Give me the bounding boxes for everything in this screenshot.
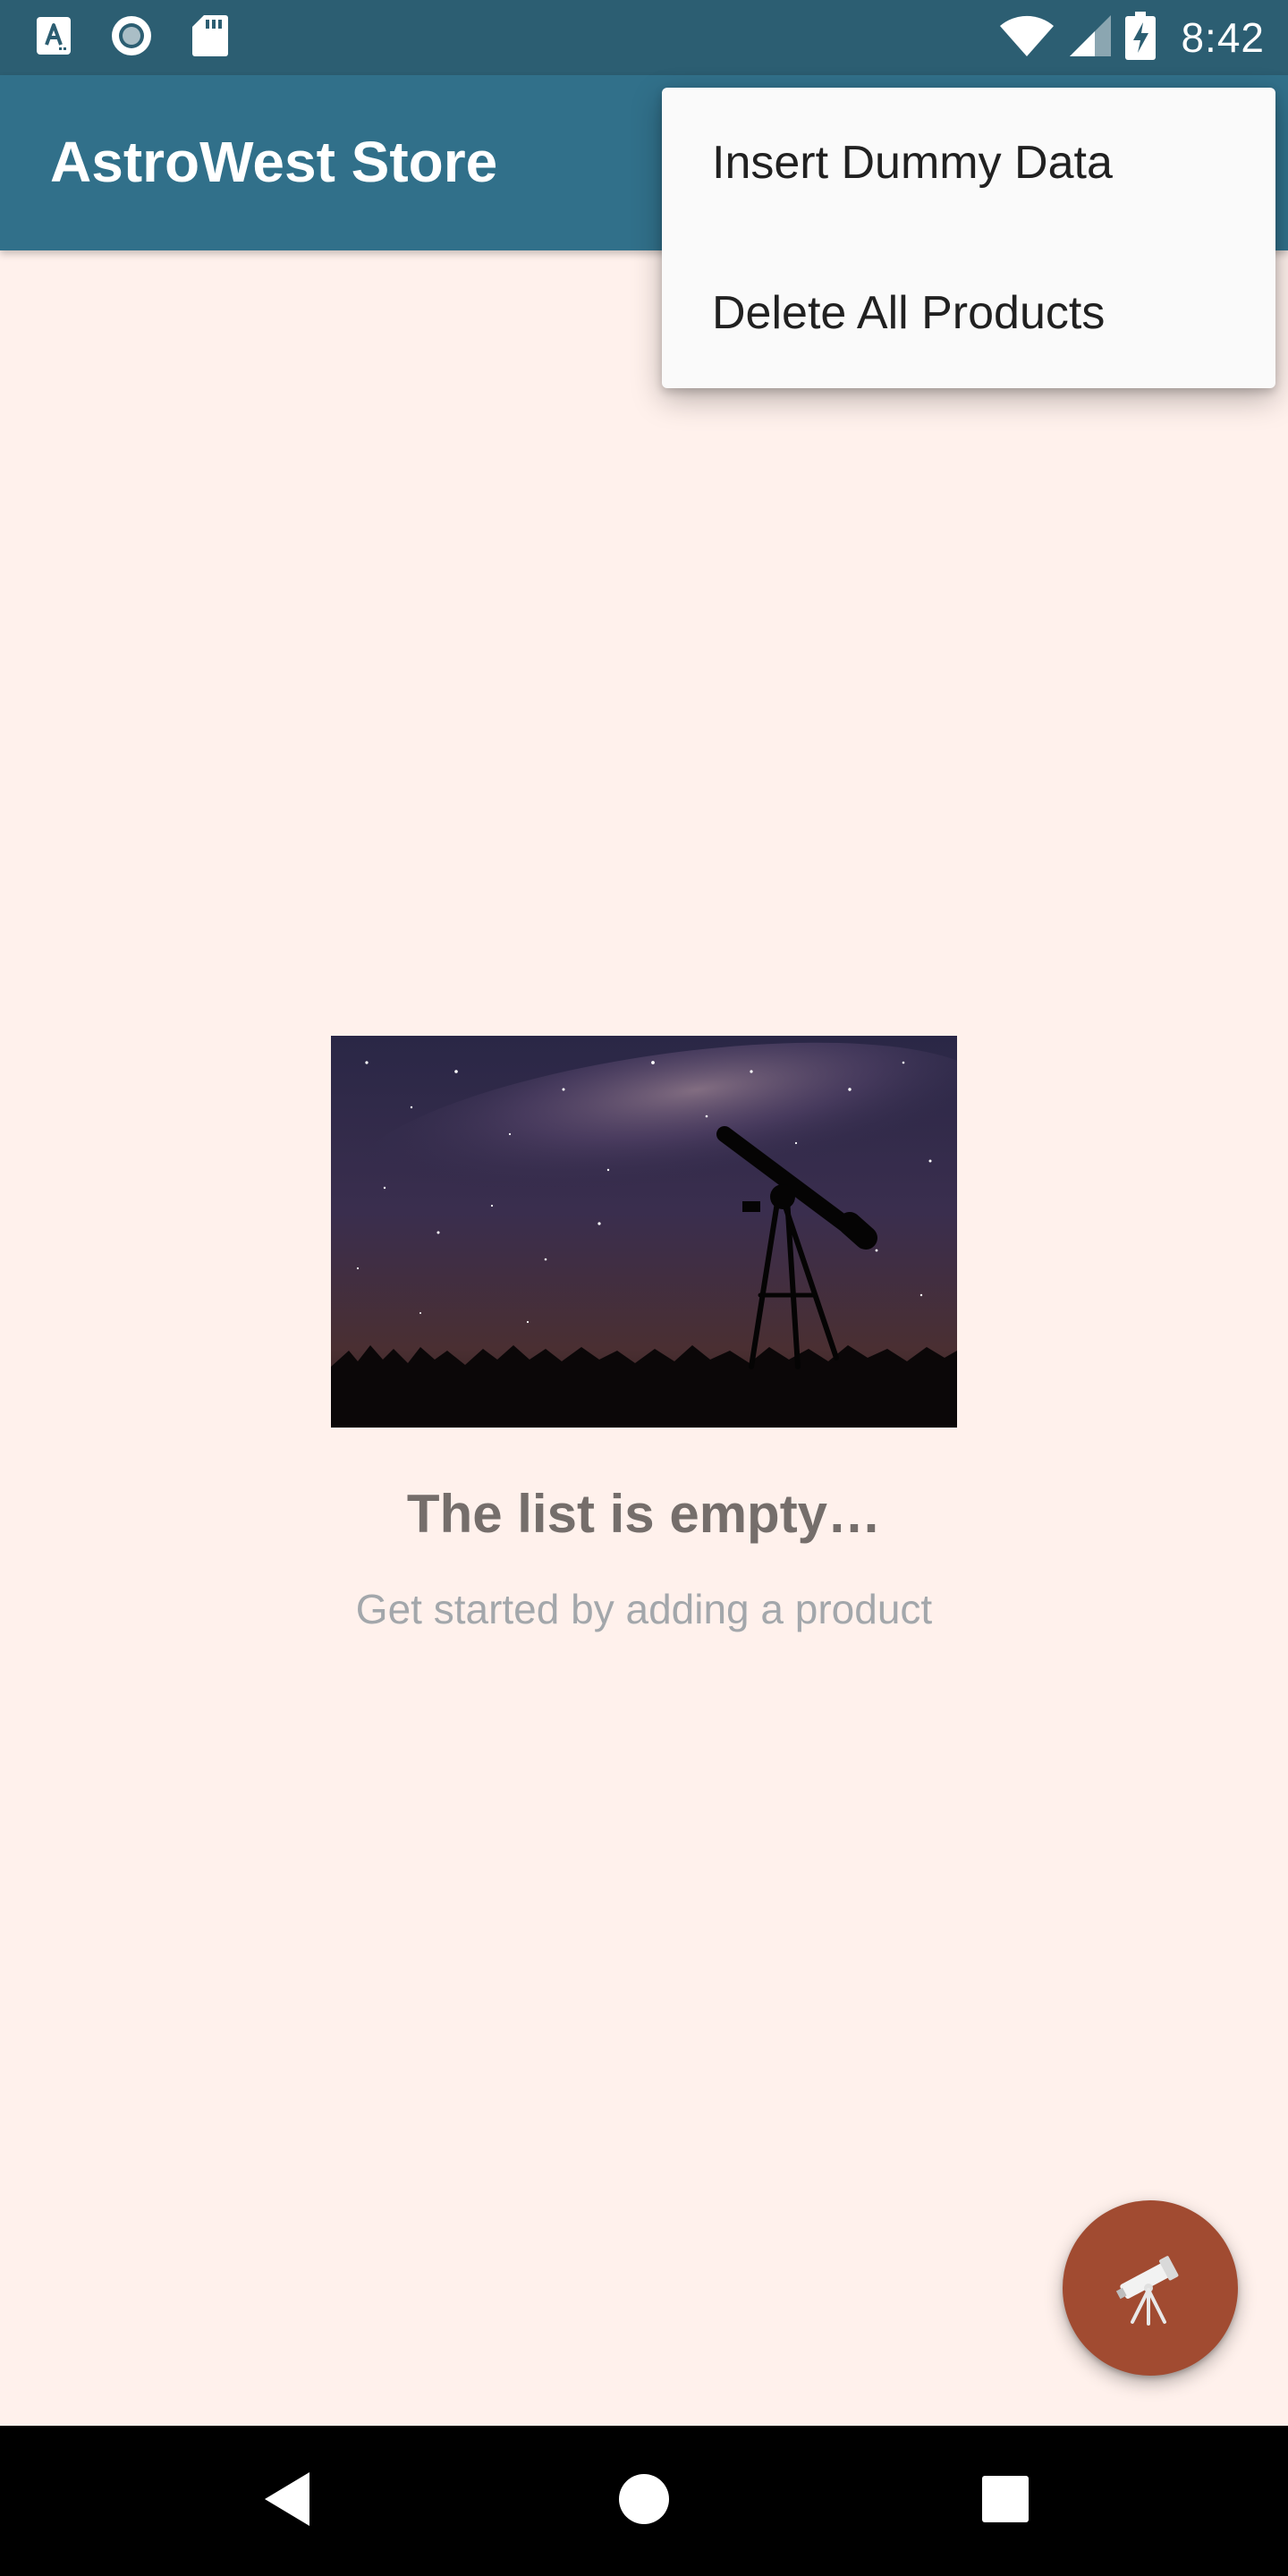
status-left-icons — [36, 14, 229, 61]
app-title: AstroWest Store — [50, 130, 498, 194]
overflow-menu: Insert Dummy Data Delete All Products — [662, 88, 1275, 388]
radio-button-icon — [109, 13, 154, 63]
home-button[interactable] — [608, 2465, 680, 2537]
empty-list-title: The list is empty… — [406, 1484, 882, 1544]
battery-charging-icon — [1125, 11, 1157, 64]
wifi-icon — [998, 13, 1055, 63]
navigation-bar — [0, 2426, 1288, 2576]
cellular-signal-icon — [1068, 13, 1113, 63]
back-icon — [261, 2470, 311, 2532]
status-right-icons: 8:42 — [998, 11, 1265, 64]
font-download-icon — [36, 16, 72, 60]
recents-button[interactable] — [970, 2465, 1041, 2537]
home-icon — [617, 2472, 671, 2530]
sd-card-icon — [191, 14, 229, 62]
status-time: 8:42 — [1181, 14, 1265, 61]
menu-item-label: Insert Dummy Data — [712, 137, 1113, 189]
back-button[interactable] — [250, 2465, 322, 2537]
telescope-icon — [1107, 2243, 1193, 2334]
status-bar: 8:42 — [0, 0, 1288, 75]
menu-item-delete-all-products[interactable]: Delete All Products — [662, 238, 1275, 388]
add-product-button[interactable] — [1063, 2200, 1238, 2376]
empty-list-subtitle: Get started by adding a product — [355, 1586, 933, 1632]
recents-icon — [981, 2475, 1030, 2528]
menu-item-insert-dummy-data[interactable]: Insert Dummy Data — [662, 88, 1275, 238]
menu-item-label: Delete All Products — [712, 287, 1106, 339]
night-sky-telescope-image — [331, 1036, 957, 1428]
